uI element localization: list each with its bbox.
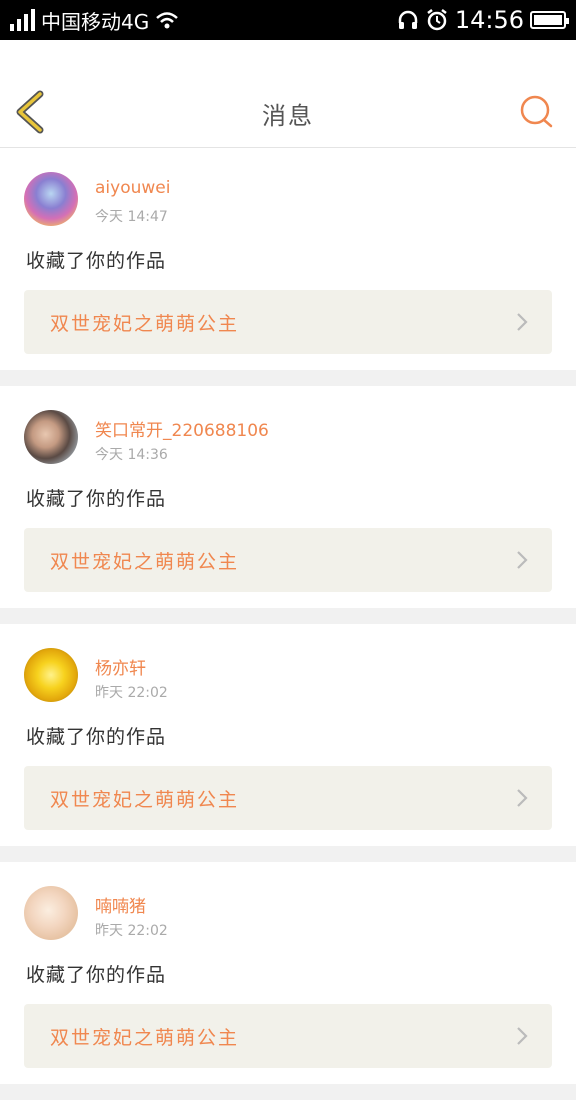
- chevron-right-icon: [517, 313, 528, 331]
- message-time: 昨天 22:02: [95, 923, 168, 939]
- search-icon[interactable]: [518, 93, 556, 131]
- message-item: 喃喃猪 昨天 22:02 收藏了你的作品 双世宠妃之萌萌公主: [0, 862, 576, 1084]
- chevron-right-icon: [517, 551, 528, 569]
- message-time: 今天 14:47: [95, 209, 168, 225]
- clock-time: 14:56: [454, 6, 524, 34]
- action-text: 收藏了你的作品: [26, 964, 167, 986]
- work-link-button[interactable]: 双世宠妃之萌萌公主: [24, 1004, 552, 1068]
- message-item: aiyouwei 今天 14:47 收藏了你的作品 双世宠妃之萌萌公主: [0, 148, 576, 370]
- user-avatar[interactable]: [24, 172, 78, 226]
- alarm-icon: [427, 9, 447, 31]
- signal-icon: [10, 9, 35, 31]
- work-title: 双世宠妃之萌萌公主: [50, 312, 240, 335]
- message-item: 杨亦轩 昨天 22:02 收藏了你的作品 双世宠妃之萌萌公主: [0, 624, 576, 846]
- chevron-right-icon: [517, 789, 528, 807]
- status-bar: 中国移动4G 14:56: [0, 0, 576, 40]
- carrier-label: 中国移动4G: [41, 9, 150, 34]
- headphones-icon: [398, 10, 418, 29]
- work-title: 双世宠妃之萌萌公主: [50, 550, 240, 573]
- wifi-icon: [156, 12, 179, 29]
- message-time: 今天 14:36: [95, 447, 168, 463]
- username-link[interactable]: 笑口常开_220688106: [95, 416, 269, 441]
- action-text: 收藏了你的作品: [26, 726, 167, 748]
- action-text: 收藏了你的作品: [26, 250, 167, 272]
- battery-icon: [530, 11, 569, 29]
- chevron-right-icon: [517, 1027, 528, 1045]
- username-link[interactable]: 喃喃猪: [95, 892, 146, 917]
- user-avatar[interactable]: [24, 886, 78, 940]
- message-list: aiyouwei 今天 14:47 收藏了你的作品 双世宠妃之萌萌公主 笑口常开…: [0, 148, 576, 1100]
- user-avatar[interactable]: [24, 648, 78, 702]
- work-link-button[interactable]: 双世宠妃之萌萌公主: [24, 290, 552, 354]
- work-title: 双世宠妃之萌萌公主: [50, 1026, 240, 1049]
- page-title: 消息: [262, 102, 314, 130]
- message-time: 昨天 22:02: [95, 685, 168, 701]
- work-link-button[interactable]: 双世宠妃之萌萌公主: [24, 528, 552, 592]
- message-item: 笑口常开_220688106 今天 14:36 收藏了你的作品 双世宠妃之萌萌公…: [0, 386, 576, 608]
- username-link[interactable]: aiyouwei: [95, 178, 170, 198]
- work-link-button[interactable]: 双世宠妃之萌萌公主: [24, 766, 552, 830]
- status-left: 中国移动4G: [10, 6, 179, 35]
- user-avatar[interactable]: [24, 410, 78, 464]
- top-navigation-bar: 消息: [0, 40, 576, 148]
- username-link[interactable]: 杨亦轩: [95, 654, 146, 679]
- status-right: 14:56: [397, 6, 569, 34]
- work-title: 双世宠妃之萌萌公主: [50, 788, 240, 811]
- action-text: 收藏了你的作品: [26, 488, 167, 510]
